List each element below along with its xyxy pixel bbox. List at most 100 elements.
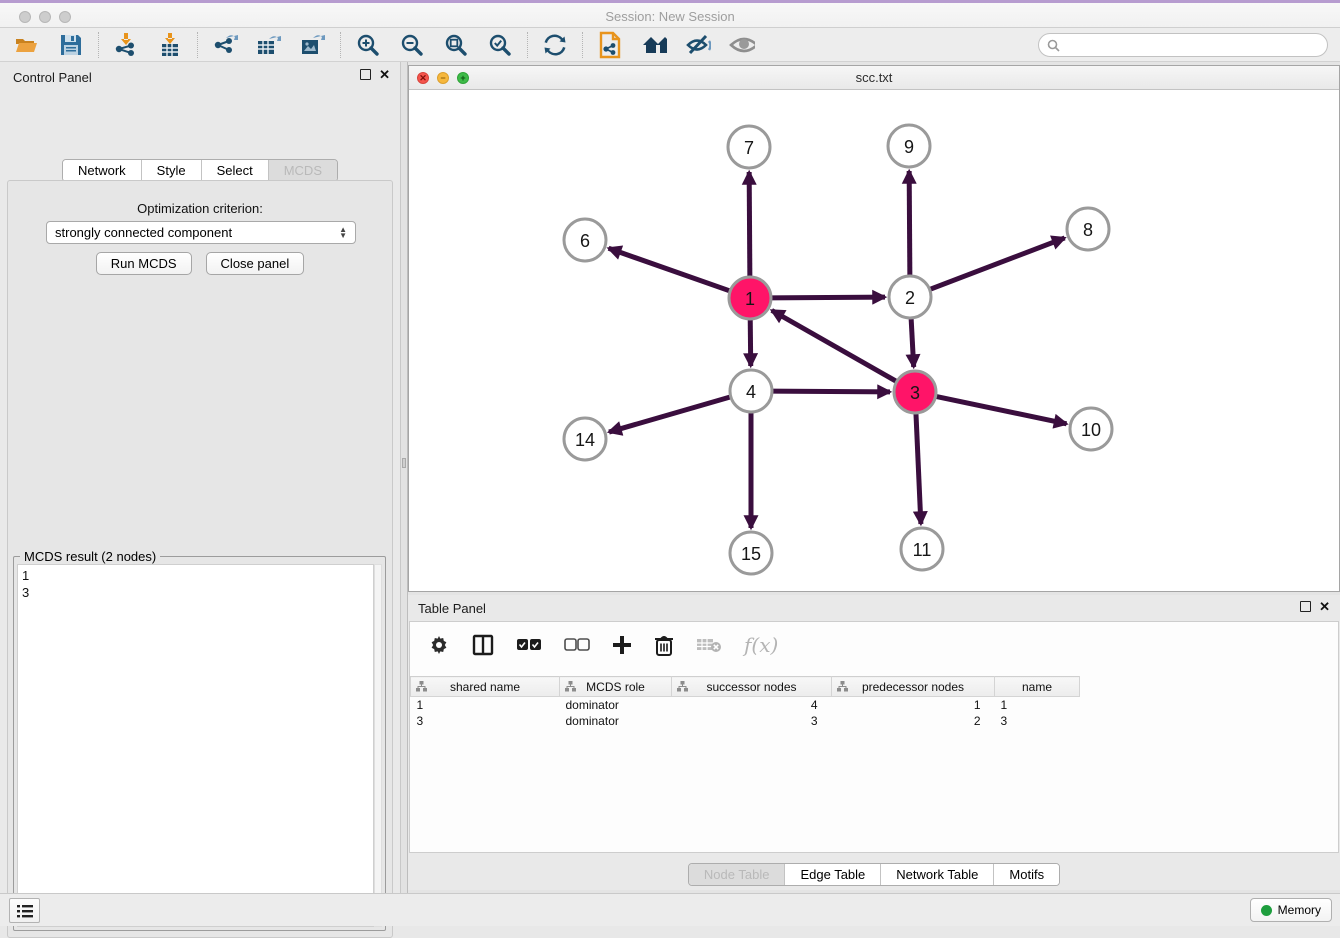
- mcds-result-text[interactable]: 1 3: [17, 564, 374, 927]
- task-history-button[interactable]: [9, 898, 40, 923]
- search-icon: [1047, 39, 1060, 52]
- mcds-panel: Optimization criterion: strongly connect…: [7, 180, 393, 938]
- zoom-in-icon[interactable]: [355, 32, 381, 58]
- tab-network-table[interactable]: Network Table: [881, 864, 994, 885]
- edge-1-2[interactable]: [769, 297, 885, 298]
- memory-label: Memory: [1278, 903, 1321, 917]
- graph-node-label-10: 10: [1081, 420, 1101, 440]
- open-folder-icon[interactable]: [14, 32, 40, 58]
- float-panel-icon[interactable]: [360, 69, 371, 80]
- table-panel: Table Panel ✕: [408, 595, 1340, 890]
- memory-status-icon: [1261, 905, 1272, 916]
- graph-node-label-4: 4: [746, 382, 756, 402]
- edge-3-1[interactable]: [772, 310, 899, 382]
- settings-gear-icon[interactable]: [428, 634, 450, 656]
- home-networks-icon[interactable]: [641, 32, 667, 58]
- close-panel-icon[interactable]: ✕: [379, 69, 390, 80]
- zoom-fit-icon[interactable]: [443, 32, 469, 58]
- float-table-panel-icon[interactable]: [1300, 601, 1311, 612]
- tab-network[interactable]: Network: [63, 160, 142, 181]
- graph-node-label-1: 1: [745, 289, 755, 309]
- edge-3-11[interactable]: [916, 411, 921, 524]
- level-of-detail-eye-icon[interactable]: [729, 32, 755, 58]
- search-input[interactable]: [1066, 38, 1319, 52]
- tab-node-table[interactable]: Node Table: [689, 864, 786, 885]
- column-header-predecessor-nodes[interactable]: predecessor nodes: [832, 677, 995, 697]
- zoom-out-icon[interactable]: [399, 32, 425, 58]
- close-panel-button[interactable]: Close panel: [206, 252, 305, 275]
- node-table: shared name MCDS role successor nodes pr…: [410, 676, 1080, 729]
- import-network-icon[interactable]: [113, 32, 139, 58]
- titlebar: Session: New Session: [0, 0, 1340, 28]
- select-all-checks-icon[interactable]: [516, 638, 542, 652]
- edge-1-4[interactable]: [750, 317, 751, 366]
- edge-4-14[interactable]: [609, 396, 733, 432]
- add-column-icon[interactable]: [612, 635, 632, 655]
- edge-2-8[interactable]: [928, 238, 1065, 290]
- table-row[interactable]: 1 dominator 4 1 1: [411, 697, 1080, 713]
- export-network-icon[interactable]: [212, 32, 238, 58]
- refresh-icon[interactable]: [542, 32, 568, 58]
- network-graph[interactable]: 7968124314101511: [409, 90, 1339, 591]
- status-bar: Memory: [0, 893, 1340, 926]
- delete-column-icon[interactable]: [654, 634, 674, 656]
- graph-node-label-15: 15: [741, 544, 761, 564]
- split-columns-icon[interactable]: [472, 634, 494, 656]
- export-image-icon[interactable]: [300, 32, 326, 58]
- close-table-panel-icon[interactable]: ✕: [1319, 601, 1330, 612]
- vertical-splitter[interactable]: [400, 62, 408, 893]
- control-panel-title: Control Panel: [13, 70, 92, 85]
- graph-node-label-6: 6: [580, 231, 590, 251]
- search-field[interactable]: [1038, 33, 1328, 57]
- mcds-result-group: MCDS result (2 nodes) 1 3: [13, 556, 386, 931]
- graph-node-label-9: 9: [904, 137, 914, 157]
- network-file-share-icon[interactable]: [597, 32, 623, 58]
- edge-3-10[interactable]: [934, 396, 1067, 424]
- network-window-title: scc.txt: [409, 70, 1339, 85]
- function-builder-icon[interactable]: f(x): [744, 633, 778, 657]
- memory-button[interactable]: Memory: [1250, 898, 1332, 922]
- criterion-dropdown[interactable]: strongly connected component ▲▼: [46, 221, 356, 244]
- mcds-result-title: MCDS result (2 nodes): [20, 549, 160, 564]
- tab-style[interactable]: Style: [142, 160, 202, 181]
- table-row[interactable]: 3 dominator 3 2 3: [411, 713, 1080, 729]
- edge-2-9[interactable]: [909, 171, 910, 278]
- export-table-icon[interactable]: [256, 32, 282, 58]
- list-icon: [17, 904, 33, 918]
- graph-node-label-3: 3: [910, 383, 920, 403]
- network-view-window: ✕ − + scc.txt 7968124314101511: [408, 65, 1340, 592]
- tab-select[interactable]: Select: [202, 160, 269, 181]
- window-title: Session: New Session: [0, 9, 1340, 24]
- zoom-selected-icon[interactable]: [487, 32, 513, 58]
- result-scrollbar[interactable]: [374, 564, 382, 927]
- column-header-successor-nodes[interactable]: successor nodes: [672, 677, 832, 697]
- graph-node-label-11: 11: [913, 540, 932, 560]
- save-icon[interactable]: [58, 32, 84, 58]
- control-panel: Control Panel ✕ Network Style Select MCD…: [0, 62, 400, 893]
- table-panel-title: Table Panel: [418, 601, 486, 616]
- main-toolbar: [0, 28, 1340, 62]
- graph-node-label-14: 14: [575, 430, 595, 450]
- edge-1-6[interactable]: [609, 248, 732, 291]
- import-table-icon[interactable]: [157, 32, 183, 58]
- network-window-titlebar[interactable]: ✕ − + scc.txt: [409, 66, 1339, 90]
- app-window: Session: New Session: [0, 0, 1340, 926]
- column-header-name[interactable]: name: [995, 677, 1080, 697]
- optimization-criterion-label: Optimization criterion:: [8, 201, 392, 216]
- criterion-value: strongly connected component: [55, 225, 232, 240]
- graph-node-label-7: 7: [744, 138, 754, 158]
- tab-motifs[interactable]: Motifs: [994, 864, 1059, 885]
- tab-edge-table[interactable]: Edge Table: [785, 864, 881, 885]
- edge-4-3[interactable]: [770, 391, 890, 392]
- toggle-graphics-details-icon[interactable]: [685, 32, 711, 58]
- run-mcds-button[interactable]: Run MCDS: [96, 252, 192, 275]
- column-header-mcds-role[interactable]: MCDS role: [560, 677, 672, 697]
- clear-table-icon[interactable]: [696, 636, 722, 654]
- graph-node-label-8: 8: [1083, 220, 1093, 240]
- column-header-shared-name[interactable]: shared name: [411, 677, 560, 697]
- network-canvas[interactable]: 7968124314101511: [409, 90, 1339, 591]
- deselect-checks-icon[interactable]: [564, 638, 590, 652]
- edge-1-7[interactable]: [749, 172, 750, 279]
- edge-2-3[interactable]: [911, 316, 914, 367]
- tab-mcds[interactable]: MCDS: [269, 160, 337, 181]
